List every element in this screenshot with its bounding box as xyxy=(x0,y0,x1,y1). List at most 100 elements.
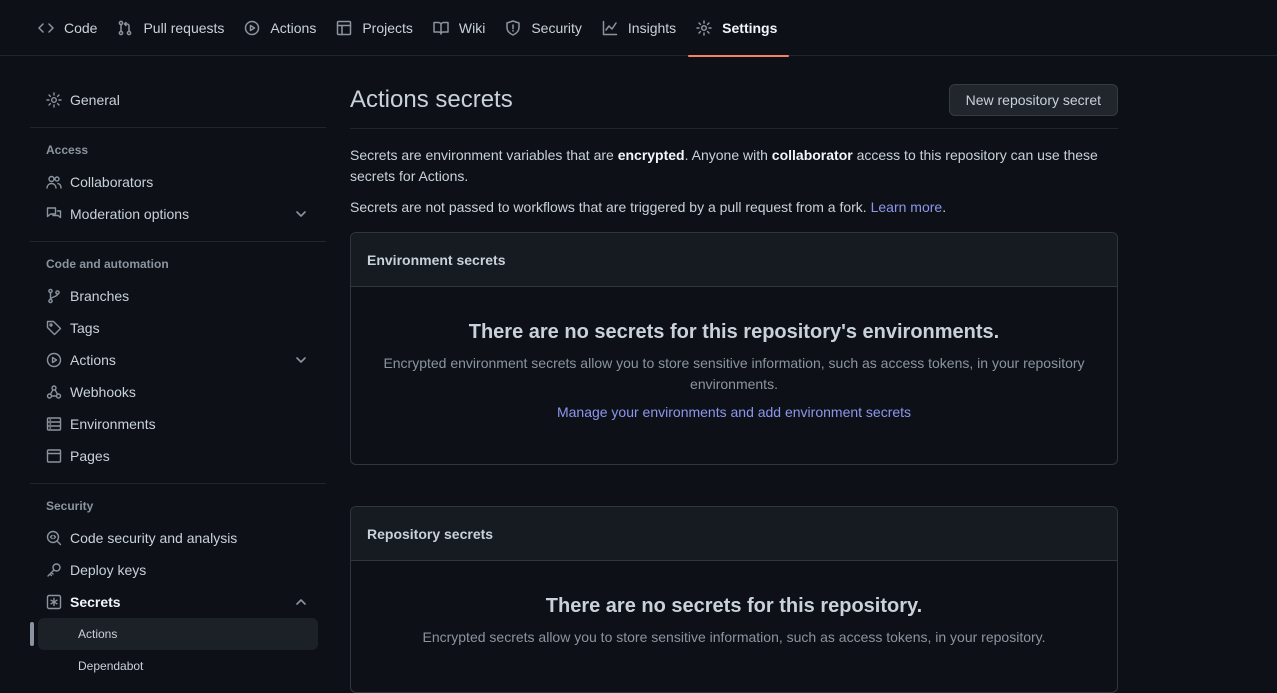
learn-more-link[interactable]: Learn more xyxy=(871,199,943,215)
sidebar-item-label: Secrets xyxy=(70,594,121,610)
tab-projects[interactable]: Projects xyxy=(332,0,425,56)
divider xyxy=(30,127,326,128)
graph-icon xyxy=(602,20,618,35)
repository-secrets-heading: Repository secrets xyxy=(351,507,1117,561)
sidebar-item-secrets[interactable]: Secrets xyxy=(30,586,326,618)
blankslate: There are no secrets for this repository… xyxy=(351,287,1117,464)
page-header: Actions secrets New repository secret xyxy=(350,84,1118,116)
fork-note-text: Secrets are not passed to workflows that… xyxy=(350,199,871,215)
sidebar-item-label: Branches xyxy=(70,288,130,304)
code-icon xyxy=(38,22,54,33)
chevron-up-icon[interactable] xyxy=(294,595,308,609)
sidebar-item-environments[interactable]: Environments xyxy=(30,408,326,440)
people-icon xyxy=(46,175,62,189)
codescan-icon xyxy=(46,530,62,546)
blankslate-text: Encrypted secrets allow you to store sen… xyxy=(422,629,1046,645)
divider xyxy=(350,128,1118,129)
play-icon xyxy=(46,352,62,368)
sidebar-item-general[interactable]: General xyxy=(30,84,326,116)
blankslate: There are no secrets for this repository… xyxy=(351,561,1117,692)
pull-request-icon xyxy=(119,20,132,35)
sidebar-subitem-secrets-dependabot[interactable]: Dependabot xyxy=(38,650,318,682)
table-icon xyxy=(337,20,352,35)
tab-label: Settings xyxy=(722,19,778,36)
sidebar-item-label: Environments xyxy=(70,416,156,432)
sidebar-item-label: Webhooks xyxy=(70,384,136,400)
blankslate-text: Encrypted environment secrets allow you … xyxy=(383,355,1085,392)
tab-wiki[interactable]: Wiki xyxy=(429,0,497,56)
divider xyxy=(30,483,326,484)
tab-settings[interactable]: Settings xyxy=(688,0,790,57)
tab-pull-requests[interactable]: Pull requests xyxy=(113,0,236,56)
new-repository-secret-button[interactable]: New repository secret xyxy=(948,84,1118,116)
tab-label: Insights xyxy=(627,19,677,36)
key-asterisk-icon xyxy=(46,594,62,610)
repository-secrets-box: Repository secrets There are no secrets … xyxy=(350,506,1118,693)
sidebar-item-branches[interactable]: Branches xyxy=(30,280,326,312)
sidebar-item-code-security[interactable]: Code security and analysis xyxy=(30,522,326,554)
tag-icon xyxy=(46,320,62,336)
sidebar-item-moderation[interactable]: Moderation options xyxy=(30,198,326,230)
tab-label: Projects xyxy=(362,19,413,36)
gear-icon xyxy=(696,19,712,36)
blankslate-title: There are no secrets for this repository… xyxy=(545,595,923,617)
comment-discussion-icon xyxy=(46,207,62,219)
tab-label: Wiki xyxy=(458,19,486,36)
git-branch-icon xyxy=(48,288,60,304)
sidebar-item-actions[interactable]: Actions xyxy=(30,344,326,376)
browser-icon xyxy=(46,449,62,463)
tab-insights[interactable]: Insights xyxy=(598,0,688,56)
sidebar-subitem-secrets-actions[interactable]: Actions xyxy=(30,618,318,650)
tab-actions[interactable]: Actions xyxy=(240,0,328,56)
sidebar-item-label: Actions xyxy=(70,352,116,368)
fork-note: Secrets are not passed to workflows that… xyxy=(350,197,1118,218)
tab-label: Actions xyxy=(270,19,317,36)
key-icon xyxy=(47,563,61,577)
sidebar-item-label: Collaborators xyxy=(70,174,154,190)
environment-secrets-heading: Environment secrets xyxy=(351,233,1117,287)
sidebar-item-label: Dependabot xyxy=(78,659,144,673)
tab-code[interactable]: Code xyxy=(34,0,109,56)
sidebar-item-label: Actions xyxy=(78,627,118,641)
sidebar-heading-access: Access xyxy=(46,143,89,157)
tab-label: Security xyxy=(531,19,582,36)
manage-environments-link[interactable]: Manage your environments and add environ… xyxy=(557,404,911,420)
sidebar-item-label: Code security and analysis xyxy=(70,530,238,546)
sidebar-heading-code-automation: Code and automation xyxy=(46,257,169,271)
desc-text: Secrets are environment variables that a… xyxy=(350,147,618,163)
sidebar-item-label: General xyxy=(70,92,120,108)
sidebar-item-deploy-keys[interactable]: Deploy keys xyxy=(30,554,326,586)
secrets-description: Secrets are environment variables that a… xyxy=(350,145,1118,187)
tab-label: Code xyxy=(64,19,98,36)
shield-icon xyxy=(506,19,521,36)
page-title: Actions secrets xyxy=(350,86,513,113)
sidebar-item-label: Moderation options xyxy=(70,206,190,222)
sidebar-item-pages[interactable]: Pages xyxy=(30,440,326,472)
environment-secrets-box: Environment secrets There are no secrets… xyxy=(350,232,1118,465)
gear-icon xyxy=(46,92,62,108)
desc-bold-encrypted: encrypted xyxy=(617,147,685,163)
sidebar-item-label: Tags xyxy=(70,320,100,336)
divider xyxy=(30,241,326,242)
chevron-down-icon[interactable] xyxy=(294,207,308,221)
main-content: Actions secrets New repository secret Se… xyxy=(350,84,1118,693)
book-icon xyxy=(433,21,449,35)
webhook-icon xyxy=(46,385,62,399)
sidebar-item-label: Pages xyxy=(70,448,110,464)
fork-note-end: . xyxy=(942,199,947,215)
settings-sidebar: General Access Collaborators Moderation … xyxy=(30,84,326,682)
repo-nav: Code Pull requests Actions Projects Wiki… xyxy=(0,0,1277,57)
sidebar-item-label: Deploy keys xyxy=(70,562,147,578)
tab-security[interactable]: Security xyxy=(501,0,594,56)
desc-bold-collaborator: collaborator xyxy=(771,147,853,163)
tab-label: Pull requests xyxy=(143,19,225,36)
sidebar-item-collaborators[interactable]: Collaborators xyxy=(30,166,326,198)
chevron-down-icon[interactable] xyxy=(294,353,308,367)
sidebar-item-tags[interactable]: Tags xyxy=(30,312,326,344)
desc-text: . Anyone with xyxy=(684,147,772,163)
server-icon xyxy=(46,417,62,431)
blankslate-title: There are no secrets for this repository… xyxy=(468,321,1000,343)
sidebar-heading-security: Security xyxy=(46,499,94,513)
sidebar-item-webhooks[interactable]: Webhooks xyxy=(30,376,326,408)
play-icon xyxy=(245,20,260,35)
